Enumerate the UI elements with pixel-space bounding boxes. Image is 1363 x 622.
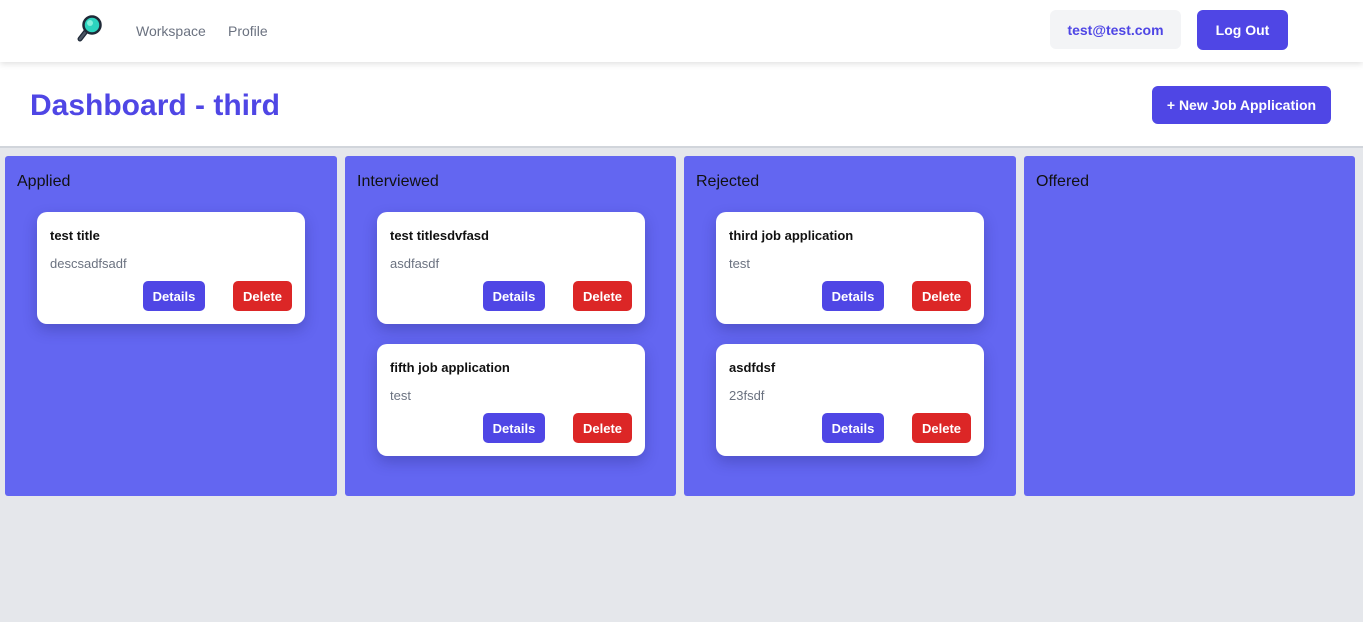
dashboard-header: Dashboard - third + New Job Application [0, 62, 1363, 148]
details-button[interactable]: Details [483, 281, 545, 311]
job-card-description: descsadfsadf [50, 256, 127, 271]
logout-button[interactable]: Log Out [1197, 10, 1288, 50]
column-title: Interviewed [357, 173, 439, 190]
delete-button[interactable]: Delete [912, 281, 971, 311]
column-offered: Offered [1024, 156, 1355, 496]
job-card-title: fifth job application [390, 360, 510, 375]
job-card: third job application test Details Delet… [716, 212, 984, 324]
top-navbar: Workspace Profile test@test.com Log Out [0, 0, 1363, 62]
job-card: test titlesdvfasd asdfasdf Details Delet… [377, 212, 645, 324]
job-card-description: 23fsdf [729, 388, 765, 403]
delete-button[interactable]: Delete [912, 413, 971, 443]
delete-button[interactable]: Delete [573, 413, 632, 443]
column-applied: Applied test title descsadfsadf Details … [5, 156, 337, 496]
page-title: Dashboard - third [30, 89, 281, 122]
new-job-application-button[interactable]: + New Job Application [1152, 86, 1331, 124]
job-card-title: third job application [729, 228, 854, 243]
details-button[interactable]: Details [822, 413, 884, 443]
job-card-description: asdfasdf [390, 256, 440, 271]
details-button[interactable]: Details [143, 281, 205, 311]
magnifying-glass-icon[interactable] [74, 14, 104, 44]
delete-button[interactable]: Delete [233, 281, 292, 311]
column-title: Rejected [696, 173, 760, 190]
nav-link-workspace[interactable]: Workspace [136, 22, 206, 40]
job-card-title: asdfdsf [729, 360, 776, 375]
job-card-description: test [390, 388, 411, 403]
job-card-title: test title [50, 228, 100, 243]
job-card: asdfdsf 23fsdf Details Delete [716, 344, 984, 456]
column-title: Offered [1036, 173, 1090, 190]
job-card-title: test titlesdvfasd [390, 228, 489, 243]
job-card-description: test [729, 256, 750, 271]
job-card: fifth job application test Details Delet… [377, 344, 645, 456]
user-email-badge: test@test.com [1050, 10, 1181, 49]
details-button[interactable]: Details [822, 281, 884, 311]
column-title: Applied [17, 173, 71, 190]
column-rejected: Rejected third job application test Deta… [684, 156, 1016, 496]
nav-link-profile[interactable]: Profile [228, 22, 268, 40]
details-button[interactable]: Details [483, 413, 545, 443]
column-interviewed: Interviewed test titlesdvfasd asdfasdf D… [345, 156, 676, 496]
delete-button[interactable]: Delete [573, 281, 632, 311]
job-card: test title descsadfsadf Details Delete [37, 212, 305, 324]
